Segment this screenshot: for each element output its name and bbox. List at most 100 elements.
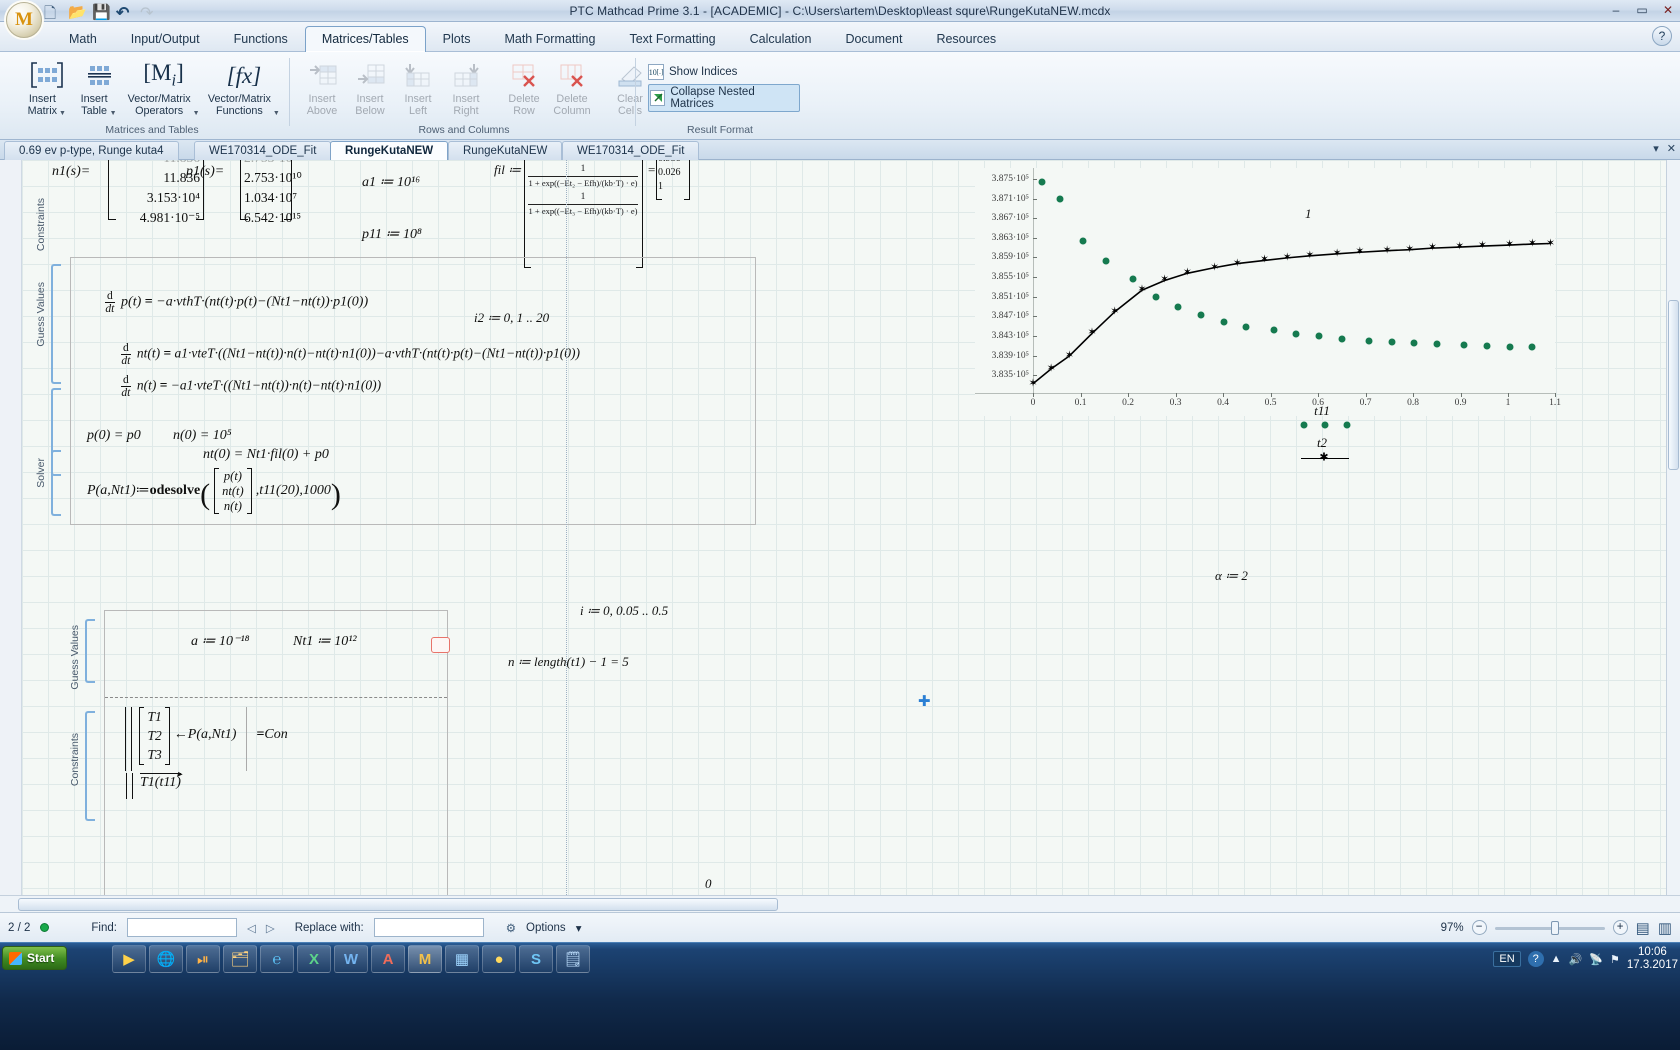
document-tab-2[interactable]: RungeKutaNEW	[330, 141, 449, 160]
insert-table-button[interactable]: Insert Table ▼	[74, 57, 124, 119]
horizontal-scrollbar-thumb[interactable]	[18, 898, 778, 911]
insert-below-button[interactable]: Insert Below	[346, 57, 394, 119]
worksheet-canvas[interactable]: n1(s)= 11.836 11.836 3.153·10⁴ 4.981·10⁻…	[0, 160, 1680, 895]
initial-condition-nt[interactable]: nt(0) = Nt1·fil(0) + p0	[203, 447, 329, 463]
start-button[interactable]: Start	[2, 946, 68, 970]
ribbon-tab-matrices-tables[interactable]: Matrices/Tables	[304, 26, 426, 52]
word-icon[interactable]: W	[334, 945, 368, 973]
media-player-icon[interactable]: ▶	[112, 945, 146, 973]
solve-block-minerr[interactable]: Guess Values Constraints Solver a ≔ 10⁻¹…	[69, 610, 450, 895]
file-explorer-icon[interactable]: 🗂	[223, 945, 257, 973]
find-input[interactable]	[126, 918, 237, 937]
ode-equation-1[interactable]: d dt d/dt p(t) = −a·vthT·(nt(t)·p(t) − (…	[105, 290, 368, 315]
skype-icon[interactable]: S	[519, 945, 553, 973]
ribbon-tab-document[interactable]: Document	[828, 26, 919, 52]
collapse-nested-matrices-toggle[interactable]: Collapse Nested Matrices	[648, 84, 800, 112]
show-indices-toggle[interactable]: 10 [.] Show Indices	[648, 64, 800, 80]
document-tab-0[interactable]: 0.69 ev p-type, Runge kuta4	[4, 141, 179, 160]
save-document-icon[interactable]: 💾	[92, 3, 111, 21]
ribbon-tab-math[interactable]: Math	[52, 26, 114, 52]
ribbon-tab-calculation[interactable]: Calculation	[733, 26, 829, 52]
help-tray-icon[interactable]: ?	[1527, 951, 1544, 967]
language-indicator[interactable]: EN	[1493, 951, 1521, 967]
volume-icon[interactable]: 🔊	[1569, 953, 1583, 966]
document-tab-4[interactable]: WE170314_ODE_Fit	[562, 141, 700, 160]
find-next-icon[interactable]: ▷	[266, 921, 275, 935]
literal-zero[interactable]: 0	[705, 876, 712, 892]
solve-block-odesolve[interactable]: Guess Values Constraints Solver d dt d/d…	[35, 198, 756, 525]
ribbon-tab-plots[interactable]: Plots	[426, 26, 488, 52]
delete-column-button[interactable]: Delete Column	[548, 57, 596, 119]
ribbon-tab-resources[interactable]: Resources	[919, 26, 1013, 52]
chevron-down-icon[interactable]: ▼	[273, 110, 280, 117]
ribbon-tab-functions[interactable]: Functions	[217, 26, 305, 52]
initial-condition-n[interactable]: n(0) = 10⁵	[173, 428, 232, 444]
insert-above-button[interactable]: Insert Above	[298, 57, 346, 119]
firefox-browser-icon[interactable]: 🌐	[149, 945, 183, 973]
network-icon[interactable]: 📡	[1589, 953, 1603, 966]
ode-equation-3[interactable]: d dt d/dt n(t) = −a1·vteT·((Nt1 − nt(t))…	[121, 374, 381, 399]
find-previous-icon[interactable]: ◁	[247, 921, 256, 935]
new-document-icon[interactable]: 🗋	[44, 3, 62, 22]
open-document-icon[interactable]: 📂	[68, 3, 87, 21]
view-normal-button[interactable]: ▤	[1636, 919, 1650, 937]
empty-placeholder-box[interactable]	[431, 637, 450, 653]
document-tab-3[interactable]: RungeKutaNEW	[448, 141, 563, 160]
assignment-n-length[interactable]: n ≔ length(t1) − 1 = 5	[508, 654, 629, 670]
document-tab-dropdown-icon[interactable]: ▾	[1653, 142, 1659, 155]
minimize-button[interactable]: –	[1608, 2, 1624, 18]
video-editor-icon[interactable]: ⏯	[186, 945, 220, 973]
result-n1[interactable]: n1(s)=	[52, 164, 90, 180]
find-options-icon[interactable]: ⚙	[506, 921, 516, 935]
acrobat-reader-icon[interactable]: A	[371, 945, 405, 973]
ode-equation-2[interactable]: d dt d/dt nt(t) = a1·vteT·((Nt1 − nt(t))…	[121, 342, 580, 367]
maximize-button[interactable]: ▭	[1634, 2, 1650, 18]
excel-icon[interactable]: X	[297, 945, 331, 973]
result-n1-matrix[interactable]	[108, 160, 116, 220]
guess-a[interactable]: a ≔ 10⁻¹⁸	[191, 633, 249, 650]
mathcad-logo[interactable]: M	[6, 2, 42, 38]
document-tab-1[interactable]: WE170314_ODE_Fit	[194, 141, 332, 160]
chevron-down-icon[interactable]: ▼	[193, 110, 200, 117]
zoom-slider[interactable]	[1494, 920, 1605, 935]
mathcad-icon[interactable]: M	[408, 945, 442, 973]
notepad-icon[interactable]: 🗒	[556, 945, 590, 973]
zoom-out-button[interactable]: −	[1471, 920, 1487, 935]
find-options-caret-icon[interactable]: ▾	[576, 921, 582, 935]
chrome-icon[interactable]: ●	[482, 945, 516, 973]
odesolve-line[interactable]: P(a, Nt1) ≔ odesolve([p(t), nt(t), n(t)]…	[87, 468, 341, 514]
worksheet-horizontal-scrollbar[interactable]	[0, 895, 1680, 912]
zoom-slider-knob[interactable]	[1550, 920, 1559, 935]
origin-icon[interactable]: ▦	[445, 945, 479, 973]
vertical-scrollbar-thumb[interactable]	[1668, 300, 1679, 470]
initial-condition-p[interactable]: p(0) = p0	[87, 428, 141, 444]
insert-matrix-button[interactable]: Insert Matrix ▼	[20, 57, 74, 119]
internet-explorer-icon[interactable]: ℮	[260, 945, 294, 973]
chevron-down-icon[interactable]: ▼	[110, 110, 117, 117]
find-options-button[interactable]: Options	[526, 922, 566, 934]
ribbon-tab-input-output[interactable]: Input/Output	[114, 26, 217, 52]
document-tab-close-icon[interactable]: ✕	[1667, 142, 1676, 155]
assignment-alpha[interactable]: α ≔ 2	[1215, 568, 1248, 584]
assignment-a1[interactable]: a1 ≔ 10¹⁶	[362, 174, 420, 191]
constraint-vector-expression[interactable]: T1(t11) ▸	[126, 769, 182, 799]
vector-matrix-operators-button[interactable]: [Mi] Vector/Matrix Operators ▼	[123, 57, 203, 119]
view-page-button[interactable]: ▥	[1658, 919, 1672, 937]
delete-row-button[interactable]: Delete Row	[500, 57, 548, 119]
ribbon-tab-text-formatting[interactable]: Text Formatting	[612, 26, 732, 52]
worksheet-vertical-scrollbar[interactable]	[1666, 160, 1680, 895]
replace-input[interactable]	[373, 918, 484, 937]
close-button[interactable]: ✕	[1660, 2, 1676, 18]
zoom-in-button[interactable]: +	[1612, 920, 1628, 935]
show-hidden-icons-icon[interactable]: ▲	[1551, 953, 1562, 965]
undo-icon[interactable]: ↶	[116, 3, 134, 22]
insert-right-button[interactable]: Insert Right	[442, 57, 490, 119]
assignment-i2[interactable]: i2 ≔ 0, 1 .. 20	[474, 310, 549, 326]
xy-plot[interactable]: 3.875·10⁵ 3.871·10⁵ 3.867·10⁵ 3.863·10⁵ …	[975, 168, 1561, 416]
chevron-down-icon[interactable]: ▼	[59, 110, 66, 117]
constraint-expression[interactable]: [T1, T2, T3] ← P(a, Nt1) = Con T1T2T3 ←P…	[125, 707, 288, 776]
taskbar-clock[interactable]: 10:06 17.3.2017	[1627, 946, 1678, 972]
ribbon-tab-math-formatting[interactable]: Math Formatting	[487, 26, 612, 52]
assignment-p11[interactable]: p11 ≔ 10⁸	[362, 226, 422, 243]
guess-nt1[interactable]: Nt1 ≔ 10¹²	[293, 633, 357, 650]
